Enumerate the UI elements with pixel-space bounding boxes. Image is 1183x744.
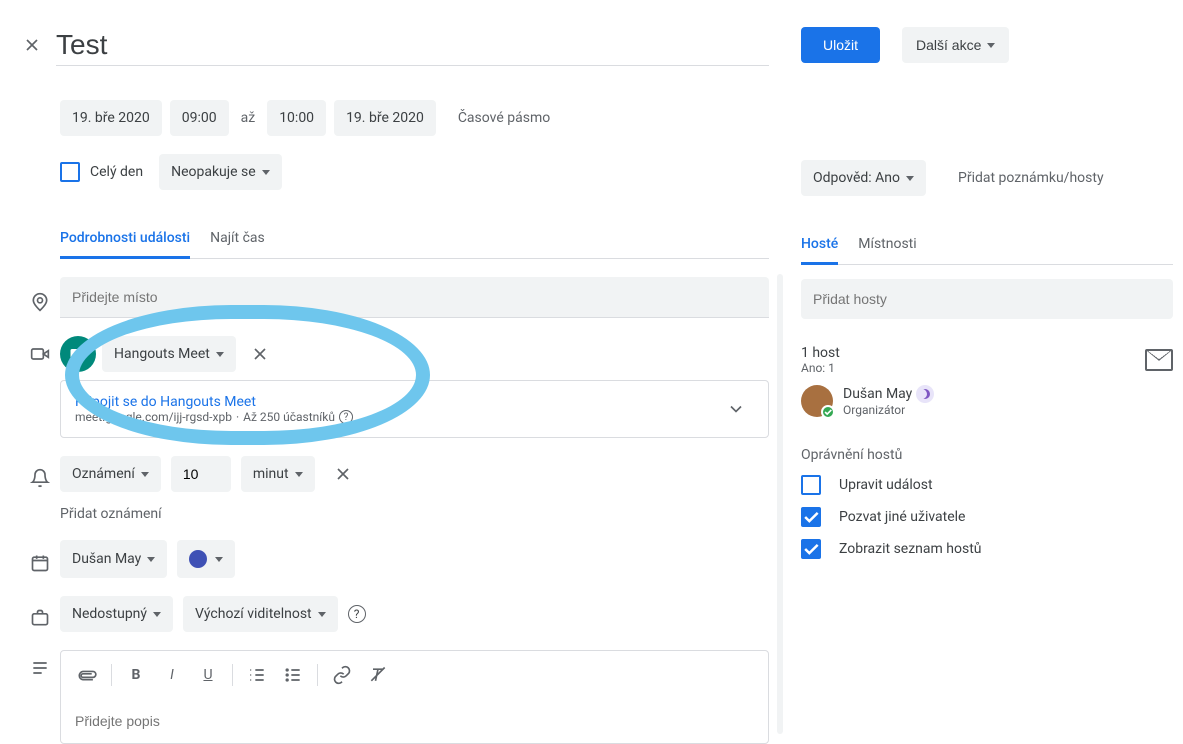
response-dropdown[interactable]: Odpověd: Ano <box>801 160 926 196</box>
event-title-input[interactable] <box>56 25 769 66</box>
italic-icon[interactable]: I <box>156 659 188 691</box>
visibility-help-icon[interactable]: ? <box>348 605 366 623</box>
calendar-owner-dropdown[interactable]: Dušan May <box>60 540 167 578</box>
meet-join-link[interactable]: Připojit se do Hangouts Meet <box>75 394 353 410</box>
perm-invite-checkbox[interactable] <box>801 507 821 527</box>
perm-edit-label: Upravit událost <box>839 477 933 493</box>
underline-icon[interactable]: U <box>192 659 224 691</box>
perm-invite-label: Pozvat jiné uživatele <box>839 509 966 525</box>
accepted-badge-icon <box>821 405 835 419</box>
guest-yes-count: Ano: 1 <box>801 361 840 375</box>
add-notification-link[interactable]: Přidat oznámení <box>60 506 769 522</box>
meet-badge-icon <box>60 336 96 372</box>
add-note-link[interactable]: Přidat poznámku/hosty <box>958 170 1104 186</box>
all-day-label: Celý den <box>90 164 143 180</box>
expand-meet-icon[interactable] <box>718 391 754 427</box>
timezone-link[interactable]: Časové pásmo <box>458 110 550 126</box>
meet-capacity-text: Až 250 účastníků <box>243 410 335 424</box>
color-dot <box>189 550 207 568</box>
location-icon <box>20 284 60 312</box>
bell-icon <box>20 460 60 488</box>
start-date[interactable]: 19. bře 2020 <box>60 100 162 136</box>
remove-conferencing-icon[interactable] <box>242 336 278 372</box>
video-icon <box>20 336 60 364</box>
all-day-checkbox[interactable] <box>60 162 80 182</box>
tab-rooms[interactable]: Místnosti <box>858 236 916 264</box>
briefcase-icon <box>20 600 60 628</box>
end-time[interactable]: 10:00 <box>267 100 326 136</box>
clear-format-icon[interactable] <box>362 659 394 691</box>
meet-url-text: meet.google.com/ijj-rgsd-xpb <box>75 410 232 424</box>
visibility-dropdown[interactable]: Výchozí viditelnost <box>183 596 338 632</box>
perm-see-label: Zobrazit seznam hostů <box>839 541 982 557</box>
guest-name: Dušan May <box>843 386 912 402</box>
start-time[interactable]: 09:00 <box>170 100 229 136</box>
description-input[interactable] <box>61 699 768 743</box>
notification-type-dropdown[interactable]: Oznámení <box>60 456 161 492</box>
conferencing-dropdown[interactable]: Hangouts Meet <box>102 336 236 372</box>
location-input[interactable] <box>60 277 769 318</box>
description-icon <box>20 650 60 678</box>
notification-unit-dropdown[interactable]: minut <box>241 456 315 492</box>
tab-guests[interactable]: Hosté <box>801 236 838 265</box>
perm-edit-checkbox[interactable] <box>801 475 821 495</box>
availability-dropdown[interactable]: Nedostupný <box>60 596 173 632</box>
perm-see-checkbox[interactable] <box>801 539 821 559</box>
recurrence-dropdown[interactable]: Neopakuje se <box>159 154 282 190</box>
to-label: až <box>237 110 260 126</box>
add-guest-input[interactable] <box>801 279 1173 319</box>
remove-notification-icon[interactable] <box>325 456 361 492</box>
event-color-dropdown[interactable] <box>177 540 235 578</box>
guest-item[interactable]: Dušan May Organizátor <box>801 385 1173 417</box>
save-button[interactable]: Uložit <box>801 27 880 63</box>
help-icon[interactable]: ? <box>339 410 353 424</box>
email-guests-icon[interactable] <box>1145 349 1173 371</box>
bullet-list-icon[interactable] <box>277 659 309 691</box>
tab-details[interactable]: Podrobnosti události <box>60 230 190 259</box>
avatar <box>801 385 833 417</box>
link-icon[interactable] <box>326 659 358 691</box>
close-icon[interactable] <box>20 33 44 57</box>
numbered-list-icon[interactable] <box>241 659 273 691</box>
tab-find-time[interactable]: Najít čas <box>210 230 265 258</box>
moon-icon <box>916 385 934 403</box>
permissions-title: Oprávnění hostů <box>801 447 1173 463</box>
bold-icon[interactable]: B <box>120 659 152 691</box>
guest-count: 1 host <box>801 345 840 361</box>
more-actions-button[interactable]: Další akce <box>902 27 1009 63</box>
guest-role: Organizátor <box>843 403 1173 417</box>
notification-value-input[interactable] <box>171 456 231 492</box>
calendar-icon <box>20 545 60 573</box>
end-date[interactable]: 19. bře 2020 <box>334 100 436 136</box>
attach-icon[interactable] <box>64 652 109 697</box>
